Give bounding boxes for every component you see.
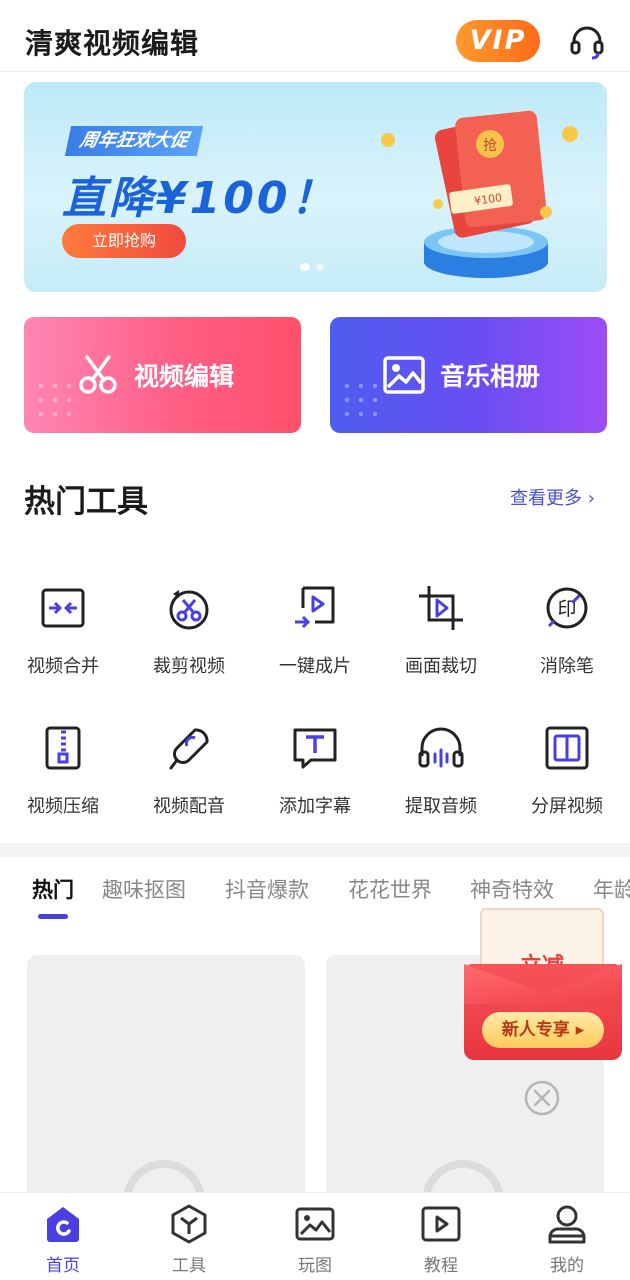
pagination-dot[interactable] xyxy=(316,263,324,271)
profile-icon xyxy=(548,1205,586,1244)
close-icon[interactable] xyxy=(524,1080,560,1116)
tool-label: 添加字幕 xyxy=(279,796,351,817)
tool-label: 视频配音 xyxy=(153,796,225,817)
nav-label: 玩图 xyxy=(298,1256,332,1276)
tool-label: 一键成片 xyxy=(279,656,351,677)
merge-icon xyxy=(41,588,85,628)
vip-button[interactable]: VIP xyxy=(456,20,540,62)
image-icon xyxy=(383,356,425,394)
see-more-link[interactable]: 查看更多 › xyxy=(510,484,595,510)
home-icon xyxy=(47,1207,79,1242)
one-click-icon xyxy=(295,586,335,629)
nav-label: 教程 xyxy=(424,1256,458,1276)
banner-tag: 周年狂欢大促 xyxy=(64,126,204,156)
nav-picture[interactable]: 玩图 xyxy=(252,1203,378,1276)
tab-magic-effects[interactable]: 神奇特效 xyxy=(470,874,554,904)
cut-video-icon xyxy=(169,590,209,630)
music-album-label: 音乐相册 xyxy=(440,362,541,391)
tool-video-merge[interactable]: 视频合并 xyxy=(0,584,126,678)
scissors-icon xyxy=(79,355,117,394)
tool-split-screen[interactable]: 分屏视频 xyxy=(504,724,630,818)
picture-icon xyxy=(295,1207,335,1241)
content-card[interactable] xyxy=(27,955,305,1215)
tool-label: 提取音频 xyxy=(405,796,477,817)
nav-tutorial[interactable]: 教程 xyxy=(378,1203,504,1276)
tool-crop[interactable]: 画面裁切 xyxy=(378,584,504,678)
tool-cut-video[interactable]: 裁剪视频 xyxy=(126,584,252,678)
banner-headline: 直降¥100！ xyxy=(62,173,338,224)
music-album-card[interactable]: 音乐相册 xyxy=(330,317,607,433)
tool-one-click[interactable]: 一键成片 xyxy=(252,584,378,678)
card-decoration xyxy=(34,379,78,423)
eraser-icon: 印 xyxy=(546,587,588,629)
section-divider xyxy=(0,843,630,857)
subtitle-icon xyxy=(293,728,337,769)
tool-compress[interactable]: 视频压缩 xyxy=(0,724,126,818)
nav-tools[interactable]: 工具 xyxy=(126,1203,252,1276)
newcomer-button[interactable]: 新人专享 ▸ xyxy=(482,1012,604,1048)
newcomer-promo[interactable]: 立减 新人专享 ▸ xyxy=(464,908,622,1060)
tab-flower-world[interactable]: 花花世界 xyxy=(348,874,432,904)
tab-fun-cutout[interactable]: 趣味抠图 xyxy=(102,874,186,904)
promo-banner[interactable]: 周年狂欢大促 直降¥100！ 立即抢购 抢 ¥100 xyxy=(24,82,607,292)
seal-text: 抢 xyxy=(483,137,497,154)
video-edit-card[interactable]: 视频编辑 xyxy=(24,317,301,433)
tool-label: 画面裁切 xyxy=(405,656,477,677)
nav-home[interactable]: 首页 xyxy=(0,1203,126,1276)
tool-extract-audio[interactable]: 提取音频 xyxy=(378,724,504,818)
headset-icon[interactable] xyxy=(568,22,606,60)
tool-dubbing[interactable]: 视频配音 xyxy=(126,724,252,818)
tab-douyin-hits[interactable]: 抖音爆款 xyxy=(225,874,309,904)
crop-icon xyxy=(419,586,463,630)
pagination-dot[interactable] xyxy=(300,263,310,271)
nav-label: 我的 xyxy=(550,1256,584,1276)
dubbing-icon xyxy=(169,728,209,770)
video-edit-label: 视频编辑 xyxy=(134,362,235,391)
nav-label: 工具 xyxy=(172,1256,206,1276)
tab-age[interactable]: 年龄 xyxy=(593,874,630,904)
hot-tools-title: 热门工具 xyxy=(24,484,148,520)
tool-subtitle[interactable]: 添加字幕 xyxy=(252,724,378,818)
compress-icon xyxy=(45,726,81,770)
tool-label: 视频合并 xyxy=(27,656,99,677)
buy-now-button[interactable]: 立即抢购 xyxy=(62,224,186,258)
tool-label: 视频压缩 xyxy=(27,796,99,817)
tab-hot[interactable]: 热门 xyxy=(32,874,74,904)
tool-label: 消除笔 xyxy=(540,656,594,677)
red-envelope-illustration: 抢 ¥100 xyxy=(381,110,578,278)
nav-label: 首页 xyxy=(46,1256,80,1276)
tutorial-icon xyxy=(421,1206,461,1242)
tool-label: 分屏视频 xyxy=(531,796,603,817)
bottom-nav: 首页 工具 玩图 教程 我的 xyxy=(0,1192,630,1280)
tools-icon xyxy=(171,1204,207,1244)
card-decoration xyxy=(340,379,384,423)
tool-label: 裁剪视频 xyxy=(153,656,225,677)
split-screen-icon xyxy=(545,726,589,770)
app-header: 清爽视频编辑 VIP xyxy=(0,0,630,72)
nav-profile[interactable]: 我的 xyxy=(504,1203,630,1276)
active-tab-indicator xyxy=(38,914,68,919)
headphones-icon xyxy=(418,727,464,768)
app-title: 清爽视频编辑 xyxy=(25,27,200,60)
tool-eraser[interactable]: 印 消除笔 xyxy=(504,584,630,678)
banner-pagination xyxy=(300,263,324,271)
